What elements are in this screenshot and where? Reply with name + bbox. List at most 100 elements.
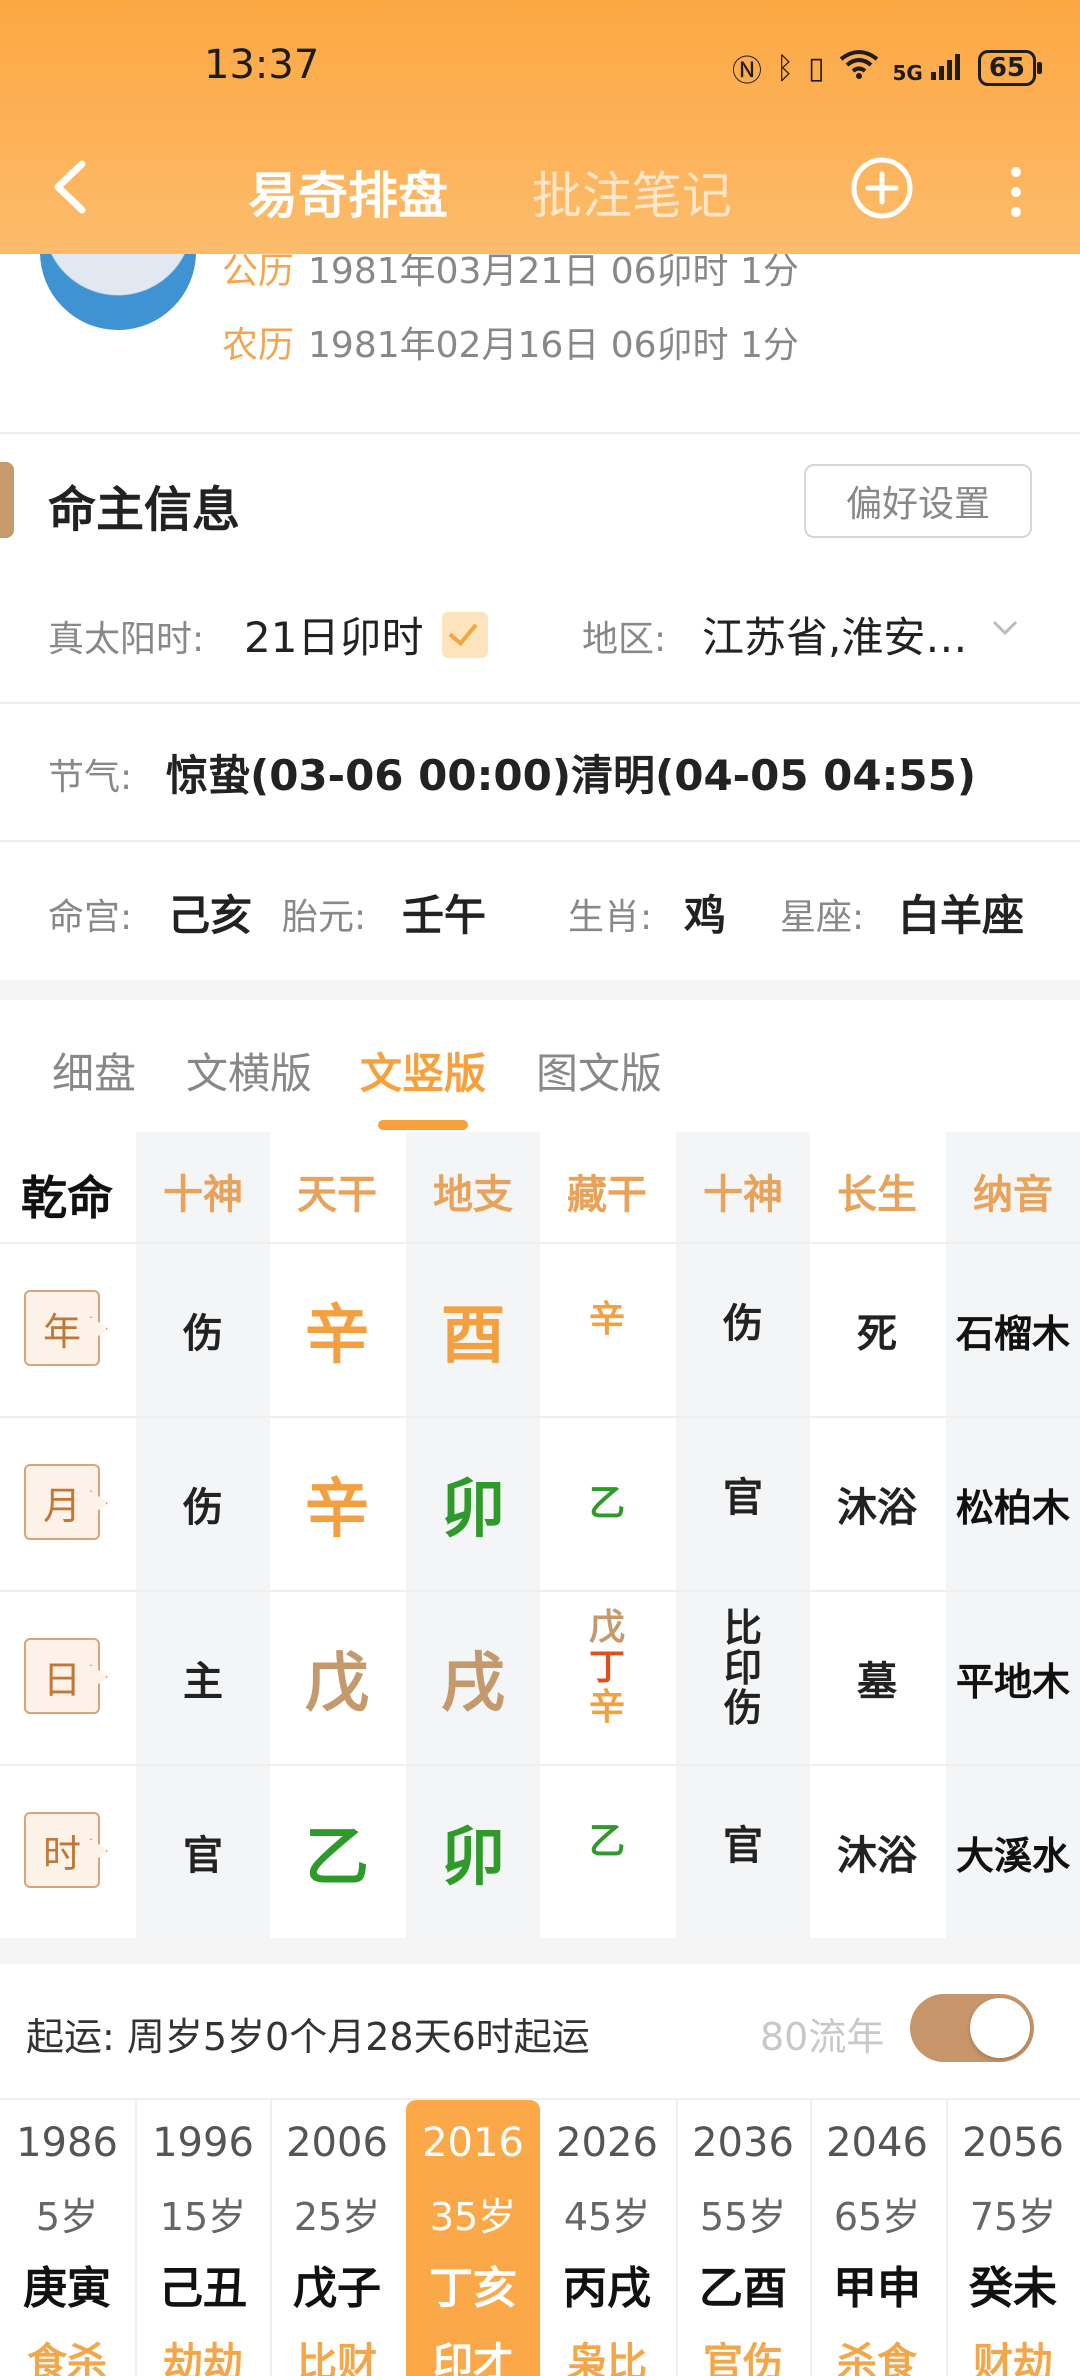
preference-settings-button[interactable]: 偏好设置: [804, 464, 1032, 538]
solar-time-label: 真太阳时:: [48, 619, 205, 660]
bazi-table: 乾命 十神 天干 地支 藏干 十神 长生 纳音 年 伤 辛 酉 辛 伤 死 石榴…: [0, 1132, 1080, 1938]
tab-tuwen[interactable]: 图文版: [536, 1040, 662, 1101]
day-canggan-3: 辛: [588, 1687, 625, 1728]
taiyuan-value: 壬午: [402, 891, 487, 940]
hour-zhi: 卯: [441, 1821, 505, 1895]
dayun-shishen: 官伤: [703, 2340, 783, 2376]
pillar-day-tag[interactable]: 日: [24, 1638, 100, 1714]
month-changsheng: 沐浴: [837, 1485, 917, 1531]
dayun-item[interactable]: 2046 65岁 甲申 杀食: [810, 2100, 944, 2376]
month-shishen: 伤: [183, 1485, 223, 1531]
dayun-item[interactable]: 2056 75岁 癸未 财劫: [946, 2100, 1080, 2376]
section-accent-bar: [0, 462, 14, 538]
more-vertical-icon: [1011, 167, 1021, 217]
lunar-date-row: 农历 1981年02月16日 06卯时 1分: [222, 316, 799, 368]
qiyun-text: 起运: 周岁5岁0个月28天6时起运: [26, 2015, 590, 2059]
dayun-shishen: 财劫: [973, 2340, 1053, 2376]
dayun-shishen: 杀食: [837, 2340, 917, 2376]
dayun-shishen: 比财: [297, 2340, 377, 2376]
signal-icon: 5G: [893, 52, 964, 85]
solar-label: 公历: [222, 251, 295, 292]
pillar-hour-tag[interactable]: 时: [24, 1812, 100, 1888]
day-zang-shishen-2: 印: [723, 1646, 762, 1690]
dayun-ganzhi: 戊子: [293, 2263, 381, 2314]
dayun-ganzhi: 乙酉: [699, 2263, 787, 2314]
dayun-age: 5岁: [35, 2195, 99, 2239]
dayun-year: 2026: [556, 2120, 658, 2166]
tab-wenshu[interactable]: 文竖版: [360, 1040, 486, 1101]
day-canggan-1: 戊: [588, 1607, 625, 1648]
day-zang-shishen-1: 比: [723, 1606, 762, 1650]
plus-circle-icon: [851, 157, 913, 219]
corner-label: 乾命: [21, 1171, 113, 1225]
divider: [0, 432, 1080, 434]
dayun-ganzhi: 甲申: [833, 2263, 921, 2314]
tab-paipan[interactable]: 易奇排盘: [248, 156, 448, 228]
region-label: 地区:: [582, 619, 667, 660]
day-zang-shishen-3: 伤: [723, 1686, 762, 1730]
dayun-ganzhi: 丙戌: [563, 2263, 651, 2314]
status-icons: Ⓝ ᛒ ▯ 5G 65: [732, 46, 1043, 90]
hour-zang-shishen: 官: [723, 1823, 763, 1869]
dayun-year: 2046: [826, 2120, 928, 2166]
hour-canggan: 乙: [588, 1821, 625, 1862]
dayun-ganzhi: 癸未: [969, 2263, 1057, 2314]
day-canggan: 戊 丁 辛: [540, 1582, 674, 1754]
dayun-age: 45岁: [563, 2195, 651, 2239]
lunar-value: 1981年02月16日 06卯时 1分: [308, 325, 799, 366]
year-changsheng: 死: [857, 1311, 897, 1357]
year-nayin: 石榴木: [955, 1311, 1070, 1356]
more-button[interactable]: [996, 160, 1036, 224]
chevron-down-icon[interactable]: [990, 612, 1020, 642]
solar-time-checkbox[interactable]: [442, 612, 488, 658]
dayun-age: 65岁: [833, 2195, 921, 2239]
vibrate-icon: ▯: [807, 50, 825, 86]
header-nayin: 纳音: [973, 1172, 1053, 1218]
pillar-year-tag[interactable]: 年: [24, 1290, 100, 1366]
bluetooth-icon: ᛒ: [775, 50, 794, 86]
shengxiao-value: 鸡: [684, 891, 727, 940]
divider: [0, 840, 1080, 842]
dayun-age: 55岁: [699, 2195, 787, 2239]
header-canggan: 藏干: [567, 1172, 647, 1218]
dayun-row: 1986 5岁 庚寅 食杀 1996 15岁 己丑 劫劫 2006 25岁 戊子…: [0, 2100, 1080, 2376]
dayun-shishen: 劫劫: [163, 2340, 243, 2376]
add-button[interactable]: [850, 156, 914, 220]
back-button[interactable]: [40, 152, 100, 222]
day-changsheng: 墓: [857, 1659, 897, 1705]
dayun-ganzhi: 己丑: [159, 2263, 247, 2314]
dayun-item[interactable]: 2026 45岁 丙戌 枭比: [540, 2100, 674, 2376]
dayun-year: 2006: [286, 2120, 388, 2166]
region-value[interactable]: 江苏省,淮安…: [702, 604, 967, 665]
dayun-age: 15岁: [159, 2195, 247, 2239]
dayun-shishen: 枭比: [567, 2340, 647, 2376]
active-tab-indicator: [378, 1120, 468, 1130]
tab-xipan[interactable]: 细盘: [52, 1040, 136, 1101]
wifi-icon: [839, 49, 879, 87]
day-zhi: 戌: [441, 1647, 505, 1721]
year-canggan: 辛: [588, 1299, 625, 1340]
battery-icon: 65: [977, 50, 1043, 86]
minggong-label: 命宫:: [48, 897, 133, 938]
dayun-item[interactable]: 2006 25岁 戊子 比财: [270, 2100, 404, 2376]
dayun-item-active[interactable]: 2016 35岁 丁亥 印才: [406, 2100, 540, 2376]
header-dizhi: 地支: [433, 1172, 513, 1218]
section-title: 命主信息: [48, 482, 241, 538]
dayun-item[interactable]: 1996 15岁 己丑 劫劫: [136, 2100, 270, 2376]
tab-wenheng[interactable]: 文横版: [186, 1040, 312, 1101]
month-gan: 辛: [305, 1473, 369, 1547]
hour-gan: 乙: [305, 1821, 369, 1895]
day-gan: 戊: [305, 1647, 369, 1721]
tab-notes[interactable]: 批注笔记: [532, 156, 732, 228]
dayun-age: 35岁: [429, 2195, 517, 2239]
pillar-month-tag[interactable]: 月: [24, 1464, 100, 1540]
dayun-item[interactable]: 2036 55岁 乙酉 官伤: [676, 2100, 810, 2376]
dayun-age: 25岁: [293, 2195, 381, 2239]
dayun-item[interactable]: 1986 5岁 庚寅 食杀: [0, 2100, 134, 2376]
year-shishen: 伤: [183, 1311, 223, 1357]
hour-changsheng: 沐浴: [837, 1833, 917, 1879]
dayun-year: 2036: [692, 2120, 794, 2166]
nav-bar: 易奇排盘 批注笔记: [0, 130, 1080, 254]
liunian-toggle[interactable]: [910, 1994, 1034, 2062]
dayun-ganzhi: 丁亥: [429, 2263, 517, 2314]
